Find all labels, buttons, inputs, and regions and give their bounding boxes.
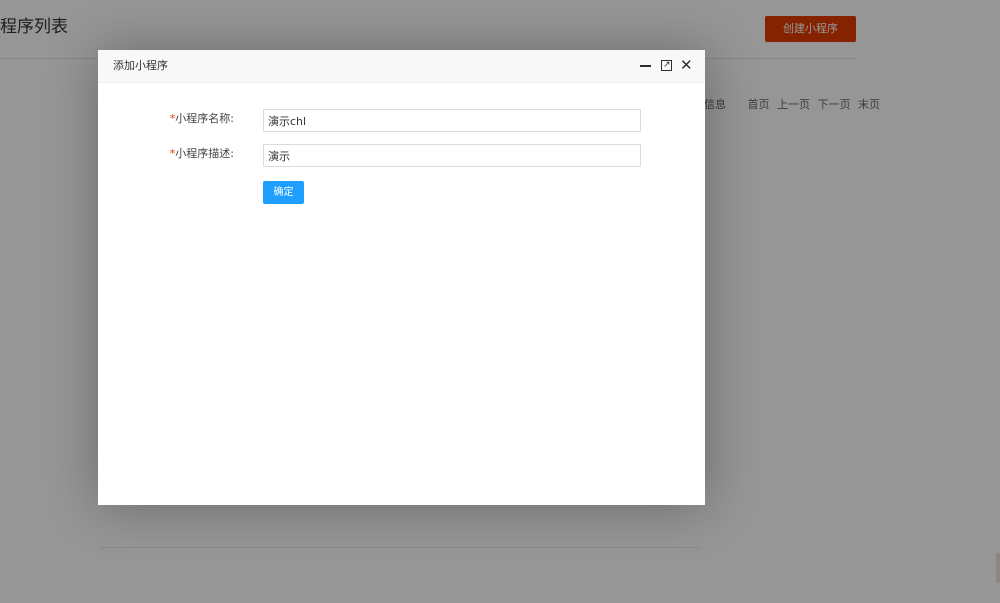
miniprogram-description-input[interactable] — [263, 144, 641, 167]
name-label: *小程序名称: — [169, 112, 234, 125]
description-label: *小程序描述: — [169, 147, 234, 160]
dialog-header: 添加小程序 ↗ ✕ — [98, 50, 705, 83]
miniprogram-name-input[interactable] — [263, 109, 641, 132]
minimize-icon[interactable] — [638, 58, 654, 74]
maximize-icon[interactable]: ↗ — [659, 58, 675, 74]
confirm-button[interactable]: 确定 — [263, 181, 304, 204]
add-miniprogram-dialog: 添加小程序 ↗ ✕ *小程序名称: *小程序描述: 确定 — [98, 50, 705, 505]
close-icon[interactable]: ✕ — [679, 56, 695, 74]
dialog-title: 添加小程序 — [113, 59, 168, 72]
